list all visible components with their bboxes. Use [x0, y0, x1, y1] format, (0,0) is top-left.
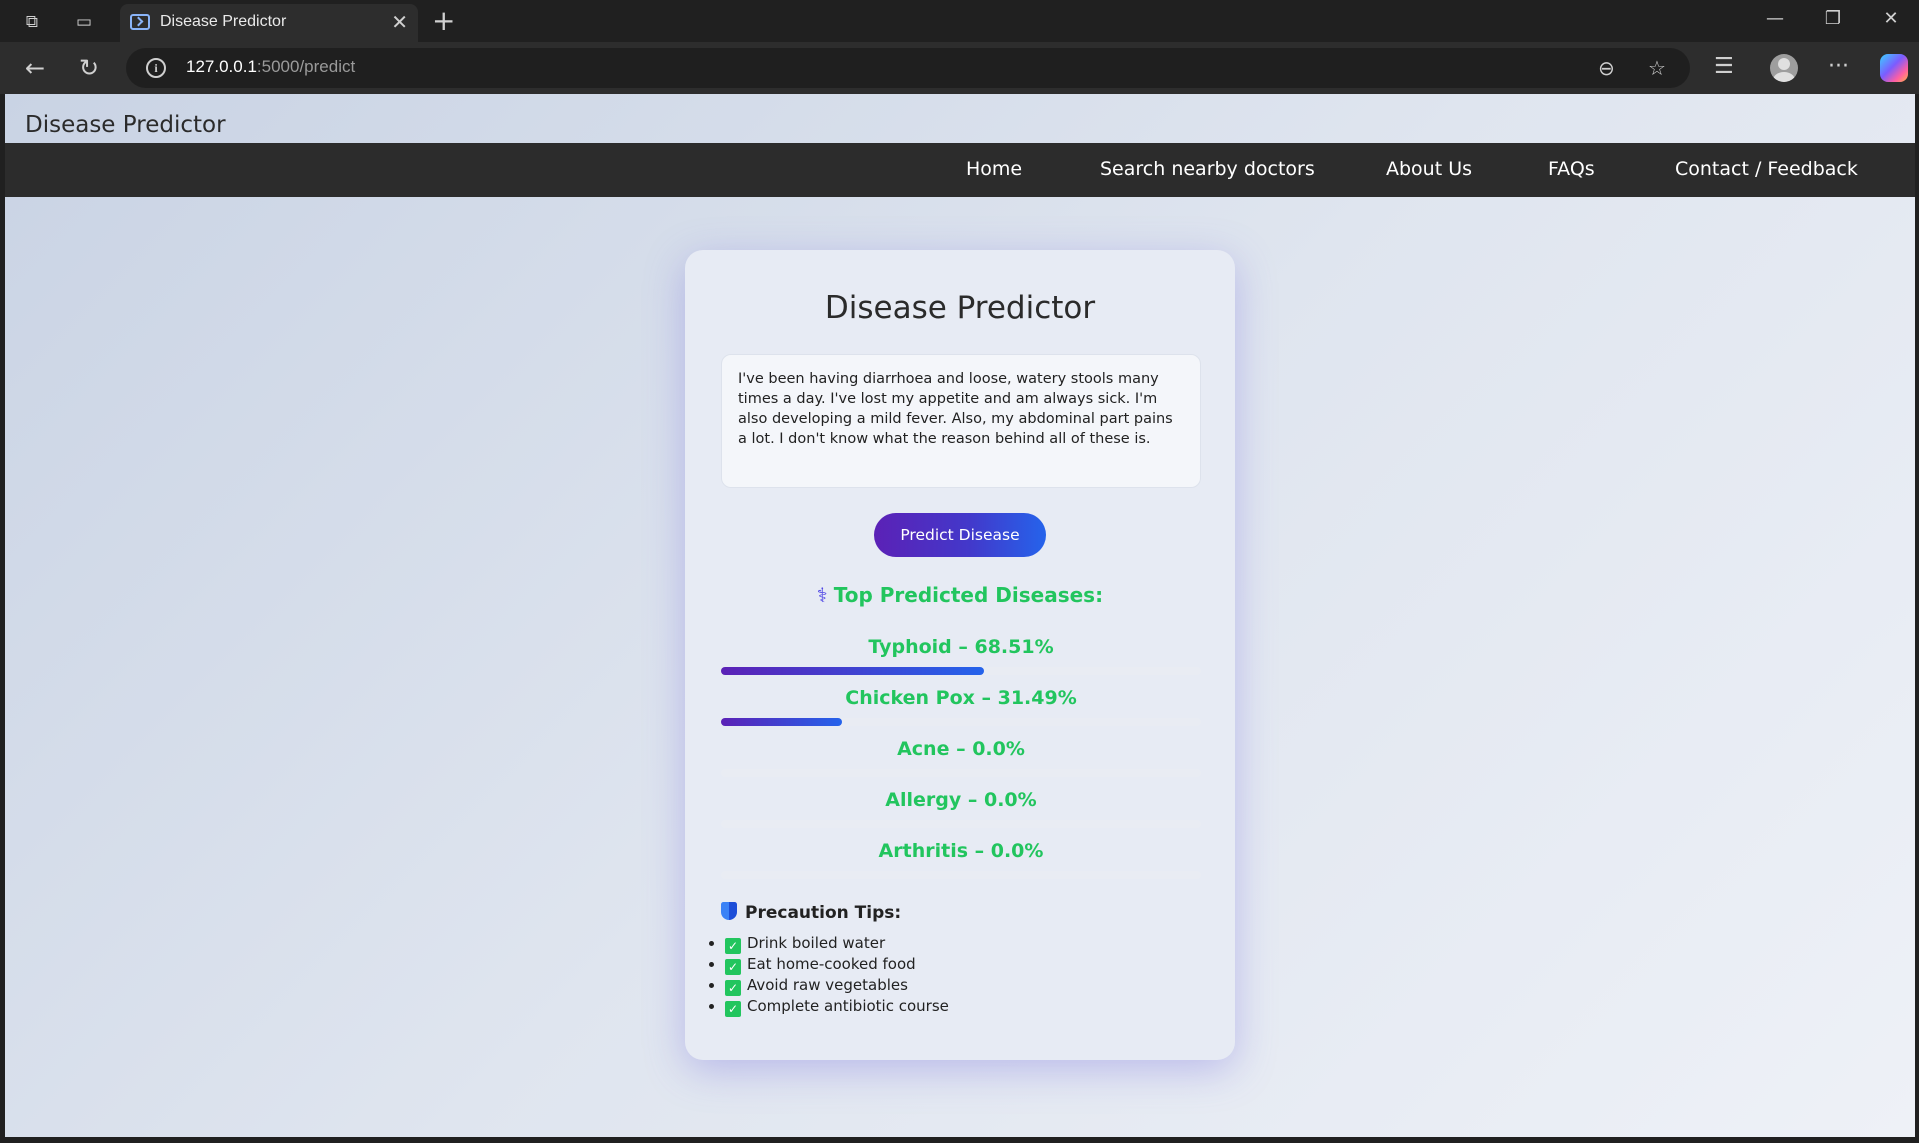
predict-disease-button[interactable]: Predict Disease [874, 513, 1046, 557]
address-bar[interactable]: i 127.0.0.1:5000/predict ⊖ ☆ [126, 48, 1690, 88]
prediction-label: Typhoid – 68.51% [868, 636, 1054, 658]
prediction-item: Allergy – 0.0% [721, 789, 1201, 828]
tab-actions-icon[interactable]: ▭ [72, 10, 96, 34]
card-title: Disease Predictor [824, 290, 1096, 326]
restore-icon[interactable]: ❐ [1818, 8, 1848, 29]
list-item: ✓Complete antibiotic course [725, 996, 1185, 1017]
checkbox-checked-icon: ✓ [725, 938, 741, 954]
shield-icon [721, 902, 737, 920]
results-heading: ⚕ Top Predicted Diseases: [816, 583, 1104, 607]
back-icon[interactable]: ← [20, 54, 50, 82]
profile-avatar[interactable] [1770, 54, 1798, 82]
browser-titlebar: ⧉ ▭ Disease Predictor ✕ + — ❐ ✕ [0, 0, 1919, 42]
precaution-heading: Precaution Tips: [721, 902, 901, 923]
new-tab-icon[interactable]: + [432, 7, 455, 35]
nav-about-us[interactable]: About Us [1386, 158, 1472, 180]
prediction-item: Typhoid – 68.51% [721, 636, 1201, 675]
probability-fill [721, 667, 985, 675]
page-favicon-icon [130, 14, 150, 30]
checkbox-checked-icon: ✓ [725, 1001, 741, 1017]
probability-bar [721, 718, 1201, 726]
symptoms-input[interactable]: I've been having diarrhoea and loose, wa… [721, 354, 1201, 488]
browser-tab[interactable]: Disease Predictor ✕ [120, 4, 418, 42]
probability-bar [721, 667, 1201, 675]
close-tab-icon[interactable]: ✕ [391, 12, 408, 32]
nav-contact-feedback[interactable]: Contact / Feedback [1675, 158, 1858, 180]
probability-bar [721, 769, 1201, 777]
nav-home[interactable]: Home [966, 158, 1022, 180]
precaution-list: ✓Drink boiled water ✓Eat home-cooked foo… [705, 933, 1185, 1017]
favorite-star-icon[interactable]: ☆ [1648, 56, 1666, 80]
browser-toolbar: ← ↻ i 127.0.0.1:5000/predict ⊖ ☆ ☰ ··· [0, 42, 1919, 94]
prediction-label: Allergy – 0.0% [885, 789, 1037, 811]
nav-faqs[interactable]: FAQs [1548, 158, 1595, 180]
probability-fill [721, 718, 842, 726]
reload-icon[interactable]: ↻ [74, 54, 104, 82]
list-item: ✓Drink boiled water [725, 933, 1185, 954]
more-menu-icon[interactable]: ··· [1828, 55, 1849, 79]
list-item: ✓Avoid raw vegetables [725, 975, 1185, 996]
checkbox-checked-icon: ✓ [725, 980, 741, 996]
minimize-icon[interactable]: — [1760, 8, 1790, 29]
copilot-icon[interactable] [1880, 54, 1908, 82]
prediction-label: Chicken Pox – 31.49% [845, 687, 1077, 709]
site-info-icon[interactable]: i [146, 58, 166, 78]
page-viewport: Disease Predictor Home Search nearby doc… [5, 94, 1915, 1137]
checkbox-checked-icon: ✓ [725, 959, 741, 975]
tab-title: Disease Predictor [160, 13, 287, 30]
prediction-item: Acne – 0.0% [721, 738, 1201, 777]
list-item: ✓Eat home-cooked food [725, 954, 1185, 975]
prediction-item: Arthritis – 0.0% [721, 840, 1201, 879]
prediction-item: Chicken Pox – 31.49% [721, 687, 1201, 726]
probability-bar [721, 871, 1201, 879]
stethoscope-icon: ⚕ [816, 583, 828, 607]
nav-search-doctors[interactable]: Search nearby doctors [1100, 158, 1315, 180]
prediction-label: Arthritis – 0.0% [878, 840, 1044, 862]
close-window-icon[interactable]: ✕ [1876, 8, 1906, 29]
url-text[interactable]: 127.0.0.1:5000/predict [186, 57, 355, 77]
workspaces-icon[interactable]: ⧉ [20, 10, 44, 34]
probability-bar [721, 820, 1201, 828]
predictor-card: Disease Predictor I've been having diarr… [685, 250, 1235, 1060]
site-navbar: Home Search nearby doctors About Us FAQs… [5, 143, 1915, 197]
prediction-label: Acne – 0.0% [897, 738, 1025, 760]
favorites-icon[interactable]: ☰ [1714, 55, 1734, 79]
site-title: Disease Predictor [25, 112, 226, 138]
zoom-out-icon[interactable]: ⊖ [1598, 56, 1615, 80]
